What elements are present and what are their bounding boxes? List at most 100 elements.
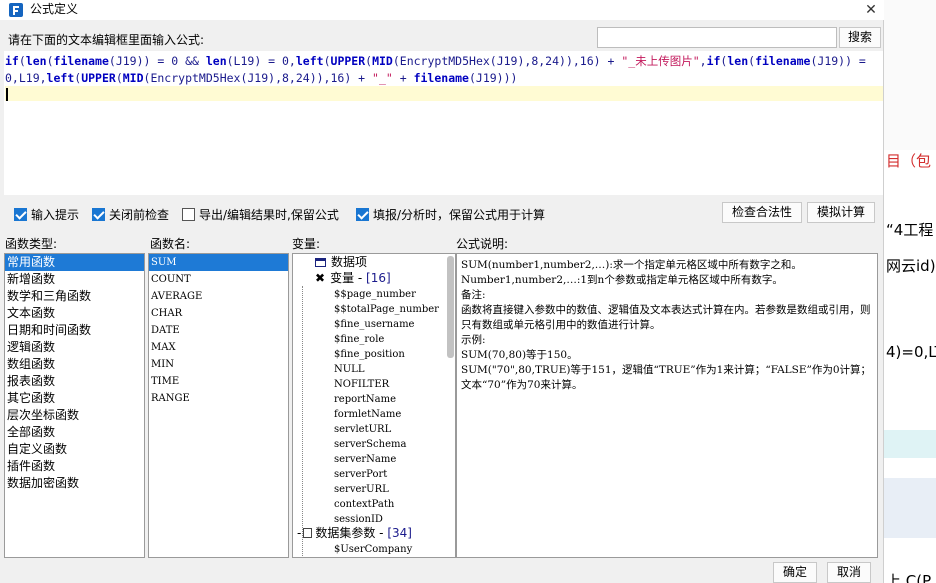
category-item[interactable]: 文本函数 [5, 305, 144, 322]
tree-item[interactable]: serverSchema [334, 437, 406, 452]
category-item[interactable]: 数组函数 [5, 356, 144, 373]
description-line: 备注: [461, 289, 486, 301]
function-item[interactable]: RANGE [149, 390, 288, 407]
background-text-4: 4)=0,LT [886, 343, 936, 361]
formula-text[interactable]: if(len(filename(J19)) = 0 && len(L19) = … [5, 53, 881, 86]
option-keep-formula-export[interactable]: 导出/编辑结果时,保留公式 [182, 206, 339, 222]
dialog-title: 公式定义 [30, 2, 79, 16]
option-label: 关闭前检查 [109, 207, 170, 222]
tree-item[interactable]: NOFILTER [334, 377, 389, 392]
variable-label: 变量: [292, 237, 321, 251]
category-item[interactable]: 自定义函数 [5, 441, 144, 458]
tree-item[interactable]: serverURL [334, 482, 389, 497]
description-line: 示例: [461, 334, 486, 346]
background-text-1: 目（包 [886, 152, 932, 170]
option-label: 导出/编辑结果时,保留公式 [199, 207, 339, 222]
tree-item[interactable]: $$page_number [334, 287, 416, 302]
formula-dialog: 公式定义 ✕ 请在下面的文本编辑框里面输入公式: 搜索 if(len(filen… [0, 0, 884, 583]
table-icon [315, 258, 326, 267]
category-item[interactable]: 日期和时间函数 [5, 322, 144, 339]
option-input-hint[interactable]: 输入提示 [14, 206, 79, 222]
background-text-3: 网云id) [886, 257, 936, 275]
group-count: [16] [366, 271, 391, 285]
search-input[interactable] [597, 27, 837, 48]
function-item[interactable]: COUNT [149, 271, 288, 288]
checkbox-keep-formula-export[interactable] [182, 207, 195, 221]
variable-group-icon: ✖ [315, 271, 326, 285]
checkbox-check-before-close[interactable] [92, 207, 105, 221]
tree-item[interactable]: $$totalPage_number [334, 302, 439, 317]
variable-tree[interactable]: 数据项 ✖ 变量 - [16] $$page_number $$totalPage_… [292, 253, 456, 558]
tree-item[interactable]: reportName [334, 392, 396, 407]
function-item[interactable]: DATE [149, 322, 288, 339]
option-check-before-close[interactable]: 关闭前检查 [92, 206, 169, 222]
editor-prompt: 请在下面的文本编辑框里面输入公式: [8, 33, 205, 47]
checkbox-input-hint[interactable] [14, 207, 27, 221]
title-bar: 公式定义 ✕ [0, 0, 884, 20]
tree-root-label: 数据项 [331, 255, 368, 269]
option-keep-formula-fill[interactable]: 填报/分析时，保留公式用于计算 [356, 206, 545, 222]
category-item[interactable]: 数据加密函数 [5, 475, 144, 492]
tree-root[interactable]: 数据项 [315, 255, 367, 270]
category-item[interactable]: 全部函数 [5, 424, 144, 441]
description-line: SUM(70,80)等于150。 [461, 349, 578, 361]
tree-item[interactable]: NULL [334, 362, 364, 377]
category-item[interactable]: 常用函数 [5, 254, 144, 271]
tree-item[interactable]: serverName [334, 452, 396, 467]
category-item[interactable]: 层次坐标函数 [5, 407, 144, 424]
checkbox-keep-formula-fill[interactable] [356, 207, 369, 221]
function-label: 函数名: [150, 237, 191, 251]
tree-item[interactable]: $fine_role [334, 332, 384, 347]
check-validity-button[interactable]: 检查合法性 [722, 202, 802, 223]
function-item[interactable]: MAX [149, 339, 288, 356]
category-item[interactable]: 数学和三角函数 [5, 288, 144, 305]
option-label: 输入提示 [31, 207, 80, 222]
close-button[interactable]: ✕ [858, 0, 884, 20]
tree-item[interactable]: serverPort [334, 467, 387, 482]
description-line: SUM(number1,number2,…):求一个指定单元格区域中所有数字之和… [461, 259, 802, 271]
function-item[interactable]: CHAR [149, 305, 288, 322]
group-count: [34] [387, 526, 412, 540]
tree-guide-line [302, 286, 303, 556]
current-line-highlight [5, 86, 883, 101]
simulate-calc-button[interactable]: 模拟计算 [807, 202, 875, 223]
tree-group-dataset-params[interactable]: - 数据集参数 - [34] [297, 526, 412, 541]
tree-item[interactable]: sessionID [334, 512, 383, 527]
collapse-toggle-icon: - [297, 526, 302, 540]
category-item[interactable]: 插件函数 [5, 458, 144, 475]
description-line: SUM("70",80,TRUE)等于151，逻辑值“TRUE”作为1来计算；“… [461, 364, 872, 391]
category-item[interactable]: 报表函数 [5, 373, 144, 390]
category-item[interactable]: 逻辑函数 [5, 339, 144, 356]
function-item[interactable]: SUM [149, 254, 288, 271]
tree-item[interactable]: $fine_username [334, 317, 414, 332]
formula-description: SUM(number1,number2,…):求一个指定单元格区域中所有数字之和… [456, 253, 878, 558]
background-band-top [882, 0, 936, 150]
background-text-2: “4工程 [886, 221, 934, 239]
tree-item[interactable]: servletURL [334, 422, 391, 437]
category-list[interactable]: 常用函数 新增函数 数学和三角函数 文本函数 日期和时间函数 逻辑函数 数组函数 报表函数 其它… [4, 253, 145, 558]
tree-item[interactable]: formletName [334, 407, 401, 422]
app-logo-icon [9, 3, 23, 17]
tree-item[interactable]: $fine_position [334, 347, 405, 362]
tree-item[interactable]: $UserCompany [334, 542, 412, 557]
function-list[interactable]: SUM COUNT AVERAGE CHAR DATE MAX MIN TIME RANGE [148, 253, 289, 558]
group-label: 数据集参数 [315, 526, 376, 540]
formula-editor[interactable]: if(len(filename(J19)) = 0 && len(L19) = … [4, 51, 883, 195]
text-caret [6, 88, 8, 101]
tree-item[interactable]: contextPath [334, 497, 394, 512]
tree-group-variables[interactable]: ✖ 变量 - [16] [315, 271, 391, 286]
category-item[interactable]: 新增函数 [5, 271, 144, 288]
background-text-5: 上 C(P [886, 572, 932, 583]
category-label: 函数类型: [5, 237, 58, 251]
function-item[interactable]: TIME [149, 373, 288, 390]
description-line: 函数将直接键入参数中的数值、逻辑值及文本表达式计算在内。若参数是数组或引用，则只… [461, 304, 871, 331]
description-label: 公式说明: [456, 237, 509, 251]
group-label: 变量 [330, 271, 355, 285]
function-item[interactable]: AVERAGE [149, 288, 288, 305]
ok-button[interactable]: 确定 [773, 562, 817, 583]
category-item[interactable]: 其它函数 [5, 390, 144, 407]
search-button[interactable]: 搜索 [839, 27, 881, 48]
variable-tree-scrollbar[interactable] [447, 256, 454, 358]
cancel-button[interactable]: 取消 [827, 562, 871, 583]
function-item[interactable]: MIN [149, 356, 288, 373]
